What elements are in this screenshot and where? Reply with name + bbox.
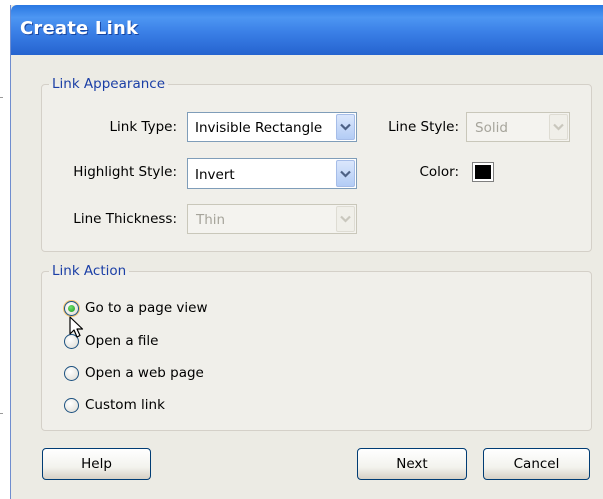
link-type-label: Link Type: [109, 119, 178, 135]
line-style-value: Solid [475, 120, 508, 136]
link-action-legend: Link Action [52, 263, 127, 279]
radio-label: Open a web page [85, 365, 204, 381]
chevron-down-icon[interactable] [336, 160, 355, 187]
link-appearance-legend: Link Appearance [52, 76, 165, 92]
link-type-select[interactable]: Invisible Rectangle [187, 112, 357, 142]
line-style-select: Solid [466, 112, 570, 142]
line-style-label: Line Style: [388, 119, 459, 135]
link-type-value: Invisible Rectangle [195, 120, 323, 136]
radio-label: Custom link [85, 397, 165, 413]
radio-label: Open a file [85, 333, 159, 349]
line-thickness-label: Line Thickness: [73, 211, 177, 227]
highlight-style-value: Invert [195, 167, 235, 183]
color-label: Color: [419, 164, 459, 180]
line-thickness-select: Thin [187, 204, 357, 234]
title-bar[interactable]: Create Link [11, 5, 603, 55]
cancel-button[interactable]: Cancel [483, 448, 590, 480]
highlight-style-label: Highlight Style: [73, 164, 177, 180]
chevron-down-icon[interactable] [336, 114, 355, 140]
color-picker[interactable] [472, 162, 494, 182]
radio-selected-dot [68, 305, 75, 312]
create-link-dialog: Create Link Link Appearance Link Type: I… [10, 5, 603, 499]
chevron-down-icon [336, 206, 355, 232]
dialog-title: Create Link [20, 18, 139, 39]
radio-button[interactable] [64, 366, 79, 381]
radio-button[interactable] [64, 301, 79, 316]
chevron-down-icon [549, 114, 568, 140]
radio-button[interactable] [64, 398, 79, 413]
next-button[interactable]: Next [357, 448, 467, 480]
radio-label: Go to a page view [85, 300, 208, 316]
color-swatch [475, 165, 491, 179]
help-button[interactable]: Help [42, 448, 151, 480]
mouse-pointer-icon [69, 316, 84, 338]
highlight-style-select[interactable]: Invert [187, 158, 357, 189]
line-thickness-value: Thin [196, 212, 226, 228]
edge-tick [0, 97, 3, 98]
edge-tick [0, 413, 3, 414]
